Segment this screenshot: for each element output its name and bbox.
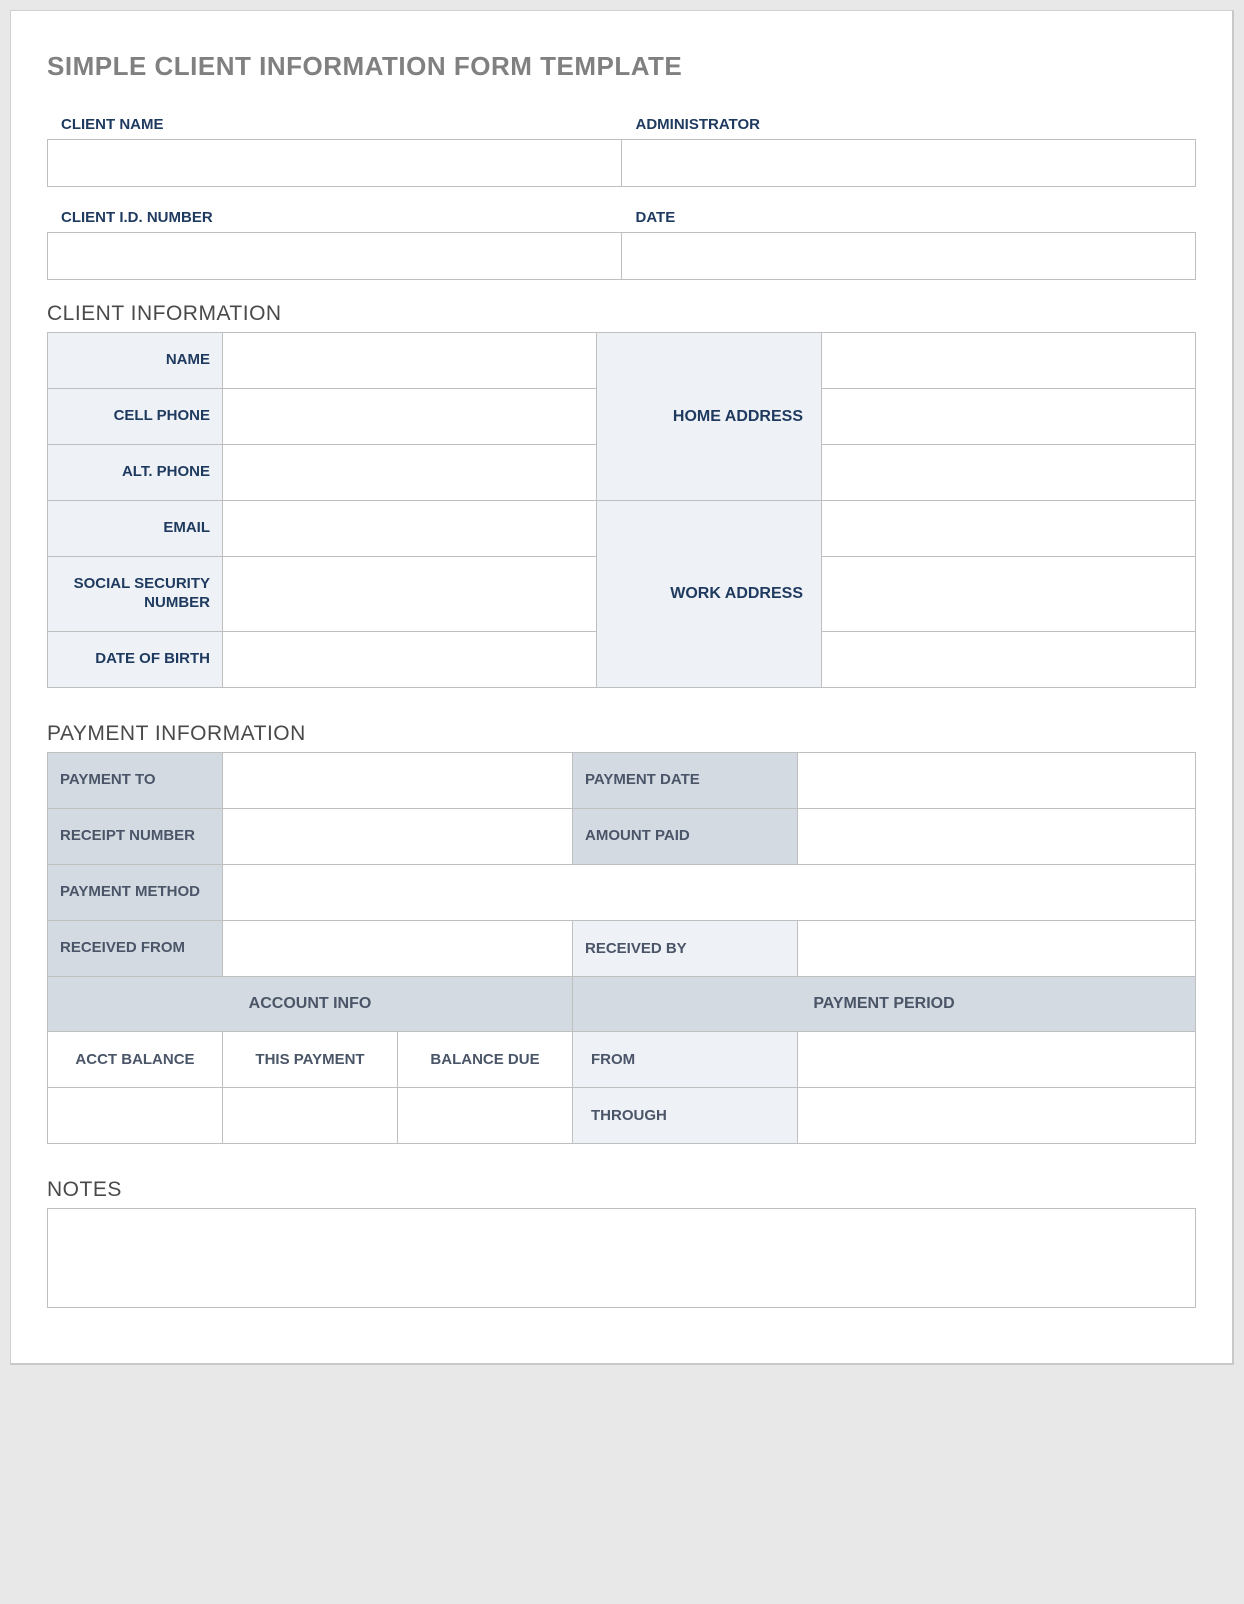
acct-balance-input[interactable] — [49, 1089, 221, 1142]
received-by-label: RECEIVED BY — [573, 920, 798, 976]
this-payment-label: THIS PAYMENT — [223, 1031, 398, 1087]
header-row-2: CLIENT I.D. NUMBER DATE — [47, 209, 1196, 280]
date-input[interactable] — [622, 232, 1197, 280]
home-address-input-1[interactable] — [823, 334, 1194, 387]
form-page: SIMPLE CLIENT INFORMATION FORM TEMPLATE … — [10, 10, 1234, 1365]
client-name-label: CLIENT NAME — [47, 116, 622, 139]
work-address-input-3[interactable] — [823, 633, 1194, 686]
name-input[interactable] — [224, 334, 595, 387]
dob-input[interactable] — [224, 633, 595, 686]
balance-due-label: BALANCE DUE — [398, 1031, 573, 1087]
payment-date-label: PAYMENT DATE — [573, 752, 798, 808]
date-label: DATE — [622, 209, 1197, 232]
alt-phone-input[interactable] — [224, 446, 595, 499]
work-address-label: WORK ADDRESS — [597, 501, 822, 688]
work-address-input-2[interactable] — [823, 567, 1194, 620]
from-label: FROM — [573, 1031, 798, 1087]
received-by-input[interactable] — [799, 922, 1194, 975]
client-info-table: NAME HOME ADDRESS CELL PHONE ALT. PHONE … — [47, 332, 1196, 688]
date-group: DATE — [622, 209, 1197, 280]
receipt-number-input[interactable] — [224, 810, 571, 863]
received-from-input[interactable] — [224, 922, 571, 975]
amount-paid-input[interactable] — [799, 810, 1194, 863]
acct-balance-label: ACCT BALANCE — [48, 1031, 223, 1087]
email-label: EMAIL — [48, 501, 223, 557]
payment-to-input[interactable] — [224, 754, 571, 807]
from-input[interactable] — [799, 1033, 1194, 1086]
payment-date-input[interactable] — [799, 754, 1194, 807]
payment-method-label: PAYMENT METHOD — [48, 864, 223, 920]
administrator-input[interactable] — [622, 139, 1197, 187]
client-id-group: CLIENT I.D. NUMBER — [47, 209, 622, 280]
this-payment-input[interactable] — [224, 1089, 396, 1142]
home-address-label: HOME ADDRESS — [597, 333, 822, 501]
client-name-input[interactable] — [47, 139, 622, 187]
name-label: NAME — [48, 333, 223, 389]
administrator-group: ADMINISTRATOR — [622, 116, 1197, 187]
client-name-group: CLIENT NAME — [47, 116, 622, 187]
work-address-input-1[interactable] — [823, 502, 1194, 555]
header-row-1: CLIENT NAME ADMINISTRATOR — [47, 116, 1196, 187]
amount-paid-label: AMOUNT PAID — [573, 808, 798, 864]
cell-phone-label: CELL PHONE — [48, 389, 223, 445]
dob-label: DATE OF BIRTH — [48, 631, 223, 687]
client-id-input[interactable] — [47, 232, 622, 280]
payment-info-table: PAYMENT TO PAYMENT DATE RECEIPT NUMBER A… — [47, 752, 1196, 1144]
home-address-input-3[interactable] — [823, 446, 1194, 499]
client-info-section-title: CLIENT INFORMATION — [47, 302, 1196, 326]
payment-period-header: PAYMENT PERIOD — [573, 976, 1196, 1031]
received-from-label: RECEIVED FROM — [48, 920, 223, 976]
administrator-label: ADMINISTRATOR — [622, 116, 1197, 139]
account-info-header: ACCOUNT INFO — [48, 976, 573, 1031]
alt-phone-label: ALT. PHONE — [48, 445, 223, 501]
ssn-input[interactable] — [224, 567, 595, 620]
client-id-label: CLIENT I.D. NUMBER — [47, 209, 622, 232]
notes-section-title: NOTES — [47, 1178, 1196, 1202]
home-address-input-2[interactable] — [823, 390, 1194, 443]
page-title: SIMPLE CLIENT INFORMATION FORM TEMPLATE — [47, 51, 1196, 82]
through-input[interactable] — [799, 1089, 1194, 1142]
email-input[interactable] — [224, 502, 595, 555]
ssn-label: SOCIAL SECURITY NUMBER — [48, 557, 223, 632]
payment-method-input[interactable] — [224, 866, 1194, 919]
through-label: THROUGH — [573, 1087, 798, 1143]
receipt-number-label: RECEIPT NUMBER — [48, 808, 223, 864]
cell-phone-input[interactable] — [224, 390, 595, 443]
payment-to-label: PAYMENT TO — [48, 752, 223, 808]
notes-textarea[interactable] — [47, 1208, 1196, 1308]
payment-info-section-title: PAYMENT INFORMATION — [47, 722, 1196, 746]
balance-due-input[interactable] — [399, 1089, 571, 1142]
